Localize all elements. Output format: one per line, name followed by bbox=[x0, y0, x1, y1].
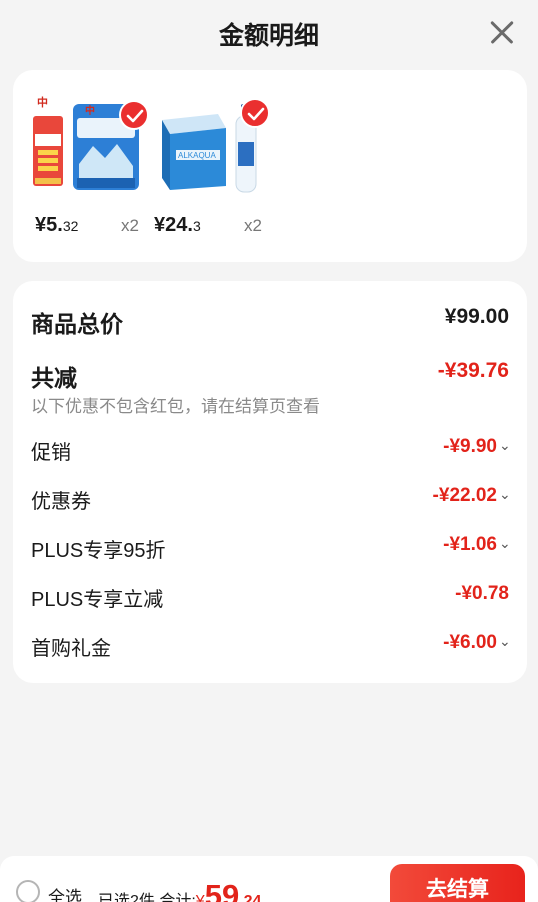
checkout-bar: 全选 已选2件,合计:¥59.24 去结算 bbox=[0, 856, 538, 902]
amount-decimal: .24 bbox=[239, 893, 262, 902]
product-item[interactable]: ALKAQUA ¥24.3 x2 bbox=[154, 94, 274, 244]
discount-value: -¥22.02 ⌄ bbox=[432, 485, 511, 506]
summary-prefix: 已选2件,合计: bbox=[98, 893, 196, 902]
product-price: ¥24.3 bbox=[154, 214, 201, 236]
chevron-down-icon[interactable]: ⌄ bbox=[499, 437, 511, 454]
reduce-note: 以下优惠不包含红包，请在结算页查看 bbox=[31, 397, 320, 416]
product-item[interactable]: 中 中 ¥5.32 x2 bbox=[31, 94, 151, 244]
select-all-radio[interactable] bbox=[16, 880, 40, 902]
total-price-label: 商品总价 bbox=[31, 311, 123, 337]
svg-text:中: 中 bbox=[37, 95, 48, 109]
selected-check-icon[interactable] bbox=[240, 98, 270, 128]
chevron-down-icon[interactable]: ⌄ bbox=[499, 535, 511, 552]
total-reduce-label: 共减 bbox=[31, 365, 77, 391]
amount-detail-card: 商品总价 ¥99.00 共减 -¥39.76 以下优惠不包含红包，请在结算页查看… bbox=[13, 281, 527, 683]
discount-label: 首购礼金 bbox=[31, 638, 111, 660]
currency-symbol: ¥ bbox=[195, 893, 205, 902]
discount-row-first-purchase[interactable]: 首购礼金 -¥6.00 ⌄ bbox=[31, 632, 511, 660]
product-quantity: x2 bbox=[121, 216, 139, 235]
discount-label: PLUS专享95折 bbox=[31, 540, 166, 562]
discount-value: -¥6.00 ⌄ bbox=[443, 632, 511, 653]
svg-text:ALKAQUA: ALKAQUA bbox=[178, 151, 216, 160]
discount-row-plus-reduce: PLUS专享立减 -¥0.78 bbox=[31, 583, 509, 611]
chevron-down-icon[interactable]: ⌄ bbox=[499, 633, 511, 650]
selected-check-icon[interactable] bbox=[119, 100, 149, 130]
header: 金额明细 bbox=[0, 0, 538, 66]
svg-text:中: 中 bbox=[85, 104, 95, 117]
product-quantity: x2 bbox=[244, 216, 262, 235]
total-reduce-row: 共减 -¥39.76 bbox=[31, 359, 509, 391]
checkout-button[interactable]: 去结算 bbox=[390, 864, 525, 902]
products-card: 中 中 ¥5.32 x2 ALKAQUA ¥24.3 x2 bbox=[13, 70, 527, 262]
total-price-row: 商品总价 ¥99.00 bbox=[31, 305, 509, 337]
order-summary: 已选2件,合计:¥59.24 bbox=[98, 878, 261, 902]
discount-label: PLUS专享立减 bbox=[31, 589, 164, 611]
discount-value: -¥0.78 bbox=[455, 583, 509, 604]
discount-label: 促销 bbox=[31, 442, 71, 464]
select-all-label[interactable]: 全选 bbox=[48, 883, 82, 902]
discount-value: -¥1.06 ⌄ bbox=[443, 534, 511, 555]
total-reduce-value: -¥39.76 bbox=[437, 359, 509, 382]
product-price: ¥5.32 bbox=[35, 214, 79, 236]
page-title: 金额明细 bbox=[218, 22, 319, 50]
discount-row-coupon[interactable]: 优惠券 -¥22.02 ⌄ bbox=[31, 485, 511, 513]
close-icon[interactable] bbox=[484, 14, 520, 50]
discount-row-plus-95[interactable]: PLUS专享95折 -¥1.06 ⌄ bbox=[31, 534, 511, 562]
amount-integer: 59 bbox=[204, 878, 240, 902]
discount-row-promotion[interactable]: 促销 -¥9.90 ⌄ bbox=[31, 436, 511, 464]
total-price-value: ¥99.00 bbox=[444, 305, 509, 328]
discount-label: 优惠券 bbox=[31, 491, 91, 513]
chevron-down-icon[interactable]: ⌄ bbox=[499, 486, 511, 503]
discount-value: -¥9.90 ⌄ bbox=[443, 436, 511, 457]
